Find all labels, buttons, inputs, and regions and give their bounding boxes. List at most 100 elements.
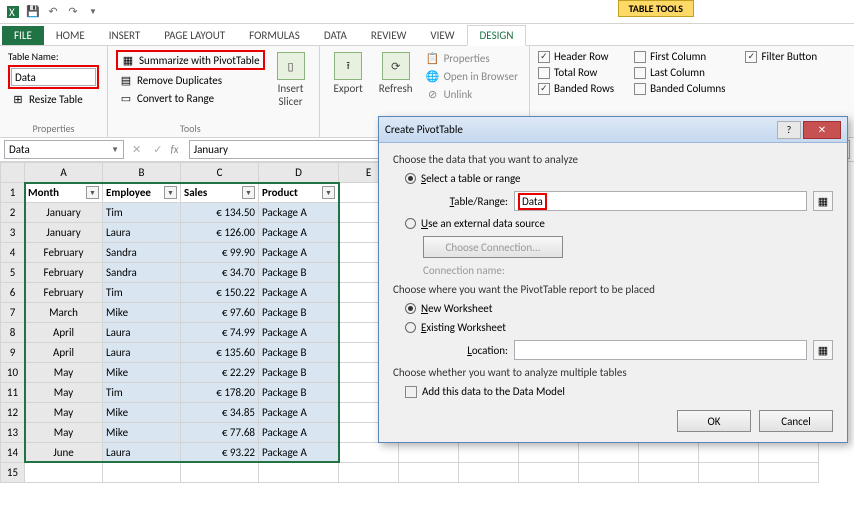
tab-insert[interactable]: INSERT: [97, 26, 153, 45]
cell[interactable]: May: [25, 423, 103, 443]
cell[interactable]: Laura: [103, 443, 181, 463]
row-header[interactable]: 15: [1, 463, 25, 483]
cell[interactable]: [579, 463, 639, 483]
banded-rows-checkbox[interactable]: ✓Banded Rows: [538, 82, 614, 95]
location-picker-button[interactable]: ▦: [813, 340, 833, 360]
row-header[interactable]: 6: [1, 283, 25, 303]
cell[interactable]: Laura: [103, 223, 181, 243]
cell[interactable]: [699, 443, 759, 463]
cell[interactable]: Package A: [259, 203, 339, 223]
summarize-pivottable-button[interactable]: ▦Summarize with PivotTable: [116, 50, 265, 70]
cell[interactable]: Tim: [103, 283, 181, 303]
cell[interactable]: Package A: [259, 323, 339, 343]
cell[interactable]: € 77.68: [181, 423, 259, 443]
tab-page-layout[interactable]: PAGE LAYOUT: [152, 26, 237, 45]
table-range-input[interactable]: Data: [514, 191, 807, 211]
header-row-checkbox[interactable]: ✓Header Row: [538, 50, 614, 63]
cell[interactable]: [103, 463, 181, 483]
table-name-input[interactable]: [11, 68, 96, 86]
tab-data[interactable]: DATA: [312, 26, 359, 45]
cell[interactable]: [25, 463, 103, 483]
cell[interactable]: [639, 463, 699, 483]
ok-button[interactable]: OK: [677, 410, 751, 432]
row-header[interactable]: 1: [1, 183, 25, 203]
cell[interactable]: [759, 443, 819, 463]
cell[interactable]: [759, 463, 819, 483]
table-header[interactable]: Sales▼: [181, 183, 259, 203]
cell[interactable]: January: [25, 203, 103, 223]
cell[interactable]: Package A: [259, 443, 339, 463]
tab-home[interactable]: HOME: [44, 26, 97, 45]
cell[interactable]: € 126.00: [181, 223, 259, 243]
filter-dropdown-icon[interactable]: ▼: [86, 186, 99, 199]
tab-formulas[interactable]: FORMULAS: [237, 26, 312, 45]
cell[interactable]: € 99.90: [181, 243, 259, 263]
cell[interactable]: [699, 463, 759, 483]
insert-slicer-button[interactable]: ▯InsertSlicer: [271, 50, 311, 135]
row-header[interactable]: 14: [1, 443, 25, 463]
export-button[interactable]: ⭱Export: [328, 50, 369, 135]
cell[interactable]: € 34.70: [181, 263, 259, 283]
cell[interactable]: February: [25, 243, 103, 263]
dialog-titlebar[interactable]: Create PivotTable ? ✕: [379, 117, 847, 143]
cell[interactable]: Package B: [259, 303, 339, 323]
cell[interactable]: Package B: [259, 363, 339, 383]
cell[interactable]: [339, 463, 399, 483]
cell[interactable]: Mike: [103, 423, 181, 443]
cell[interactable]: Mike: [103, 363, 181, 383]
row-header[interactable]: 3: [1, 223, 25, 243]
filter-dropdown-icon[interactable]: ▼: [164, 186, 177, 199]
cell[interactable]: € 178.20: [181, 383, 259, 403]
row-header[interactable]: 9: [1, 343, 25, 363]
row-header[interactable]: 13: [1, 423, 25, 443]
radio-select-table[interactable]: Select a table or range: [405, 172, 833, 185]
row-header[interactable]: 4: [1, 243, 25, 263]
radio-external-source[interactable]: Use an external data source: [405, 217, 833, 230]
cell[interactable]: Mike: [103, 303, 181, 323]
radio-new-worksheet[interactable]: New Worksheet: [405, 302, 833, 315]
cell[interactable]: Package A: [259, 403, 339, 423]
table-header[interactable]: Employee▼: [103, 183, 181, 203]
cell[interactable]: [459, 443, 519, 463]
row-header[interactable]: 12: [1, 403, 25, 423]
col-header-d[interactable]: D: [259, 163, 339, 183]
last-col-checkbox[interactable]: Last Column: [634, 66, 725, 79]
cell[interactable]: [519, 443, 579, 463]
cell[interactable]: Package A: [259, 423, 339, 443]
radio-existing-worksheet[interactable]: Existing Worksheet: [405, 321, 833, 334]
cell[interactable]: [399, 463, 459, 483]
cell[interactable]: Tim: [103, 383, 181, 403]
table-header[interactable]: Product▼: [259, 183, 339, 203]
name-box-dropdown-icon[interactable]: ▼: [111, 145, 119, 155]
cell[interactable]: Laura: [103, 343, 181, 363]
cell[interactable]: [181, 463, 259, 483]
cell[interactable]: Package A: [259, 283, 339, 303]
redo-icon[interactable]: ↷: [64, 3, 82, 21]
cell[interactable]: Package B: [259, 343, 339, 363]
cell[interactable]: Package A: [259, 223, 339, 243]
dialog-help-button[interactable]: ?: [777, 121, 801, 139]
cell[interactable]: February: [25, 283, 103, 303]
row-header[interactable]: 10: [1, 363, 25, 383]
tab-file[interactable]: FILE: [2, 26, 44, 45]
cell[interactable]: June: [25, 443, 103, 463]
cell[interactable]: € 150.22: [181, 283, 259, 303]
first-col-checkbox[interactable]: First Column: [634, 50, 725, 63]
cell[interactable]: Tim: [103, 203, 181, 223]
fx-icon[interactable]: fx: [170, 143, 178, 156]
remove-duplicates-button[interactable]: ▤Remove Duplicates: [116, 72, 265, 88]
convert-range-button[interactable]: ▭Convert to Range: [116, 90, 265, 106]
cell[interactable]: [639, 443, 699, 463]
filter-dropdown-icon[interactable]: ▼: [242, 186, 255, 199]
cell[interactable]: May: [25, 383, 103, 403]
cancel-button[interactable]: Cancel: [759, 410, 833, 432]
cell[interactable]: [399, 443, 459, 463]
cell[interactable]: [339, 443, 399, 463]
cell[interactable]: € 74.99: [181, 323, 259, 343]
cell[interactable]: Sandra: [103, 243, 181, 263]
cell[interactable]: € 22.29: [181, 363, 259, 383]
cell[interactable]: € 134.50: [181, 203, 259, 223]
qat-dropdown-icon[interactable]: ▼: [84, 3, 102, 21]
col-header-a[interactable]: A: [25, 163, 103, 183]
filter-dropdown-icon[interactable]: ▼: [322, 186, 335, 199]
